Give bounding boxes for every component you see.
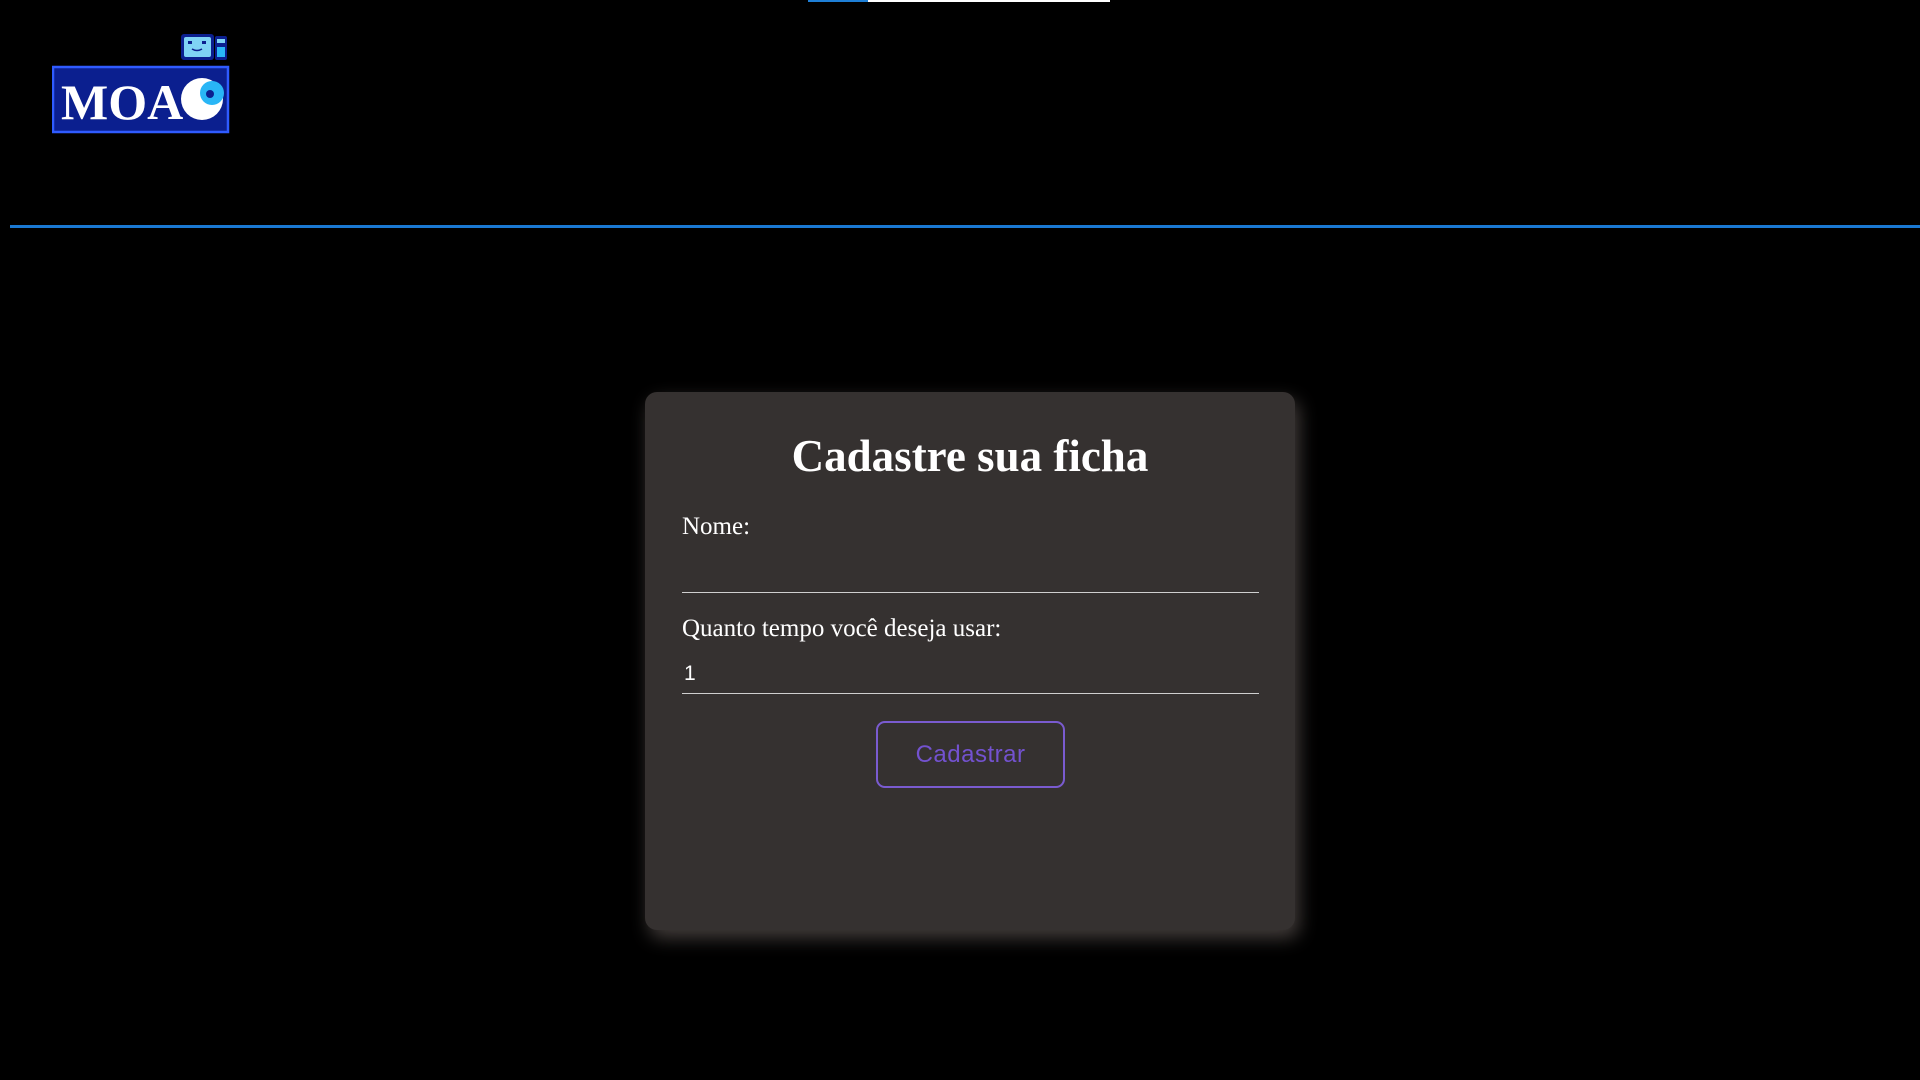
page-title: Cadastre sua ficha (791, 431, 1149, 481)
logo-text: MOA (61, 74, 183, 130)
time-label: Quanto tempo você deseja usar: (682, 615, 1002, 642)
name-label: Nome: (682, 513, 751, 540)
page: MOA Cadastre sua ficha Nome: Quanto temp… (0, 0, 1920, 1080)
time-input[interactable] (682, 654, 1259, 694)
moa-logo: MOA (52, 34, 230, 134)
header-divider (10, 225, 1920, 228)
registration-card: Cadastre sua ficha Nome: Quanto tempo vo… (645, 392, 1295, 930)
name-input[interactable] (682, 553, 1259, 593)
cadastrar-button[interactable]: Cadastrar (876, 721, 1065, 788)
top-progress-fill (808, 0, 869, 2)
robot-computer-icon (181, 34, 227, 60)
top-progress-bar (808, 0, 1110, 2)
